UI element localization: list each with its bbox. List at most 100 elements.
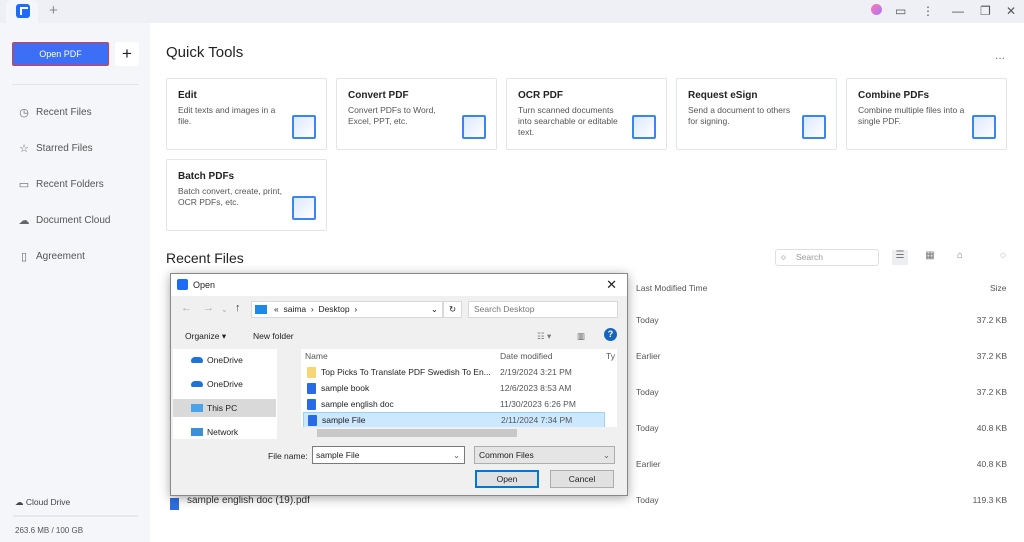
file-time: Today xyxy=(636,387,659,397)
pdf-icon xyxy=(307,399,316,410)
preview-pane-icon[interactable]: ▥ xyxy=(577,326,585,346)
edit-icon xyxy=(292,115,316,139)
refresh-icon[interactable]: ↻ xyxy=(443,301,462,318)
chat-icon[interactable]: ▭ xyxy=(895,4,906,18)
path-segment[interactable]: saima xyxy=(283,304,306,314)
file-time: Today xyxy=(636,315,659,325)
file-row[interactable]: sample english doc 11/30/2023 6:26 PM xyxy=(303,397,605,413)
more-icon[interactable]: ... xyxy=(995,48,1005,62)
file-size: 37.2 KB xyxy=(976,387,1007,397)
star-icon: ☆ xyxy=(19,143,29,155)
organize-button[interactable]: Organize ▾ xyxy=(185,326,226,346)
close-icon[interactable]: ✕ xyxy=(1006,4,1016,18)
help-icon[interactable]: ? xyxy=(604,328,617,341)
file-name-label: File name: xyxy=(268,451,308,461)
recent-dropdown-icon[interactable]: ⌄ xyxy=(221,305,228,314)
divider xyxy=(12,84,139,85)
folder-icon: ▭ xyxy=(18,179,30,191)
refresh-icon[interactable]: ◌ xyxy=(995,250,1011,265)
pc-icon xyxy=(255,305,267,314)
storage-usage: 263.6 MB / 100 GB xyxy=(15,526,84,535)
col-name[interactable]: Name xyxy=(305,351,328,365)
file-name: Top Picks To Translate PDF Swedish To En… xyxy=(321,367,491,377)
file-date: 2/11/2024 7:34 PM xyxy=(501,415,573,425)
new-folder-button[interactable]: New folder xyxy=(253,326,294,346)
kebab-icon[interactable]: ⋮ xyxy=(922,4,934,18)
card-desc: Combine multiple files into a single PDF… xyxy=(858,105,965,126)
file-date: 2/19/2024 3:21 PM xyxy=(500,367,572,377)
sidebar-item-document-cloud[interactable]: ☁ Document Cloud xyxy=(18,214,111,227)
file-row[interactable]: Top Picks To Translate PDF Swedish To En… xyxy=(303,365,605,381)
restore-icon[interactable]: ❐ xyxy=(980,4,991,18)
home-tab[interactable] xyxy=(6,0,38,23)
forward-icon[interactable]: → xyxy=(203,302,214,314)
file-row[interactable]: sample book 12/6/2023 8:53 AM xyxy=(303,381,605,397)
nav-onedrive[interactable]: OneDrive xyxy=(191,379,243,389)
convert-icon xyxy=(462,115,486,139)
horizontal-scrollbar[interactable] xyxy=(301,427,617,439)
scroll-thumb[interactable] xyxy=(317,429,517,437)
search-input[interactable]: Search xyxy=(775,249,879,266)
avatar-icon[interactable] xyxy=(871,4,882,15)
col-type[interactable]: Ty xyxy=(606,351,615,365)
quick-tools-title: Quick Tools xyxy=(166,44,244,61)
nav-this-pc[interactable]: This PC xyxy=(191,403,237,413)
nav-label: This PC xyxy=(207,403,238,413)
new-tab-button[interactable]: + xyxy=(49,2,58,19)
tool-card-batch[interactable]: Batch PDFs Batch convert, create, print, … xyxy=(166,159,327,231)
pc-icon xyxy=(191,404,203,412)
sidebar-item-agreement[interactable]: ▯ Agreement xyxy=(18,250,85,263)
address-bar[interactable]: « saima › Desktop › ⌄ xyxy=(251,301,443,318)
file-name: sample english doc (19).pdf xyxy=(187,495,310,506)
grid-view-icon[interactable]: ▦ xyxy=(922,250,938,265)
open-dialog: Open ✕ ← → ⌄ ↑ « saima › Desktop › ⌄ ↻ Se… xyxy=(170,273,628,496)
storage-bar xyxy=(13,515,138,517)
minimize-icon[interactable]: — xyxy=(952,4,964,18)
tool-card-ocr[interactable]: OCR PDF Turn scanned documents into searc… xyxy=(506,78,667,150)
file-type-select[interactable]: Common Files ⌄ xyxy=(474,446,615,464)
sidebar-item-starred-files[interactable]: ☆ Starred Files xyxy=(18,142,93,155)
tool-card-combine[interactable]: Combine PDFs Combine multiple files into … xyxy=(846,78,1007,150)
onedrive-icon xyxy=(191,381,203,387)
path-segment[interactable]: Desktop xyxy=(318,304,349,314)
list-view-icon[interactable]: ☰ xyxy=(892,250,908,265)
back-icon[interactable]: ← xyxy=(181,302,192,314)
clock-icon: ◷ xyxy=(19,107,29,119)
card-title: Convert PDF xyxy=(348,90,409,101)
close-icon[interactable]: ✕ xyxy=(606,277,617,293)
view-options-icon[interactable]: ☷ ▾ xyxy=(537,326,551,346)
nav-label: OneDrive xyxy=(207,355,243,365)
sidebar-item-recent-files[interactable]: ◷ Recent Files xyxy=(18,106,91,119)
file-list: Name Date modified Ty Top Picks To Trans… xyxy=(301,349,617,439)
tool-card-edit[interactable]: Edit Edit texts and images in a file. xyxy=(166,78,327,150)
ocr-icon xyxy=(632,115,656,139)
file-row-selected[interactable]: sample File 2/11/2024 7:34 PM xyxy=(303,412,605,428)
search-desktop-input[interactable]: Search Desktop xyxy=(468,301,618,318)
card-title: Request eSign xyxy=(688,90,758,101)
trash-icon[interactable]: ⌂ xyxy=(952,250,968,265)
nav-network[interactable]: Network xyxy=(191,427,238,437)
chevron-down-icon: ⌄ xyxy=(602,450,610,460)
open-pdf-button[interactable]: Open PDF xyxy=(12,42,109,66)
sidebar-item-label: Recent Folders xyxy=(36,179,104,190)
up-icon[interactable]: ↑ xyxy=(235,302,241,314)
chevron-down-icon[interactable]: ⌄ xyxy=(431,302,438,317)
card-title: Combine PDFs xyxy=(858,90,930,101)
sidebar-item-recent-folders[interactable]: ▭ Recent Folders xyxy=(18,178,104,191)
chevron-down-icon[interactable]: ⌄ xyxy=(453,447,460,463)
nav-onedrive[interactable]: OneDrive xyxy=(191,355,243,365)
nav-scrollbar[interactable] xyxy=(277,349,289,439)
cancel-button[interactable]: Cancel xyxy=(550,470,614,488)
path-prefix: « xyxy=(274,304,279,314)
col-size[interactable]: Size xyxy=(990,283,1007,293)
card-desc: Send a document to others for signing. xyxy=(688,105,791,126)
col-last-modified[interactable]: Last Modified Time xyxy=(636,283,707,293)
file-name-input[interactable]: sample File ⌄ xyxy=(312,446,465,464)
cloud-drive[interactable]: ☁ Cloud Drive xyxy=(15,497,70,508)
open-button[interactable]: Open xyxy=(475,470,539,488)
tool-card-esign[interactable]: Request eSign Send a document to others f… xyxy=(676,78,837,150)
tool-card-convert[interactable]: Convert PDF Convert PDFs to Word, Excel, … xyxy=(336,78,497,150)
col-date-modified[interactable]: Date modified xyxy=(500,351,552,365)
title-bar: + ▭ ⋮ — ❐ ✕ xyxy=(0,0,1024,23)
add-button[interactable]: + xyxy=(115,42,139,66)
